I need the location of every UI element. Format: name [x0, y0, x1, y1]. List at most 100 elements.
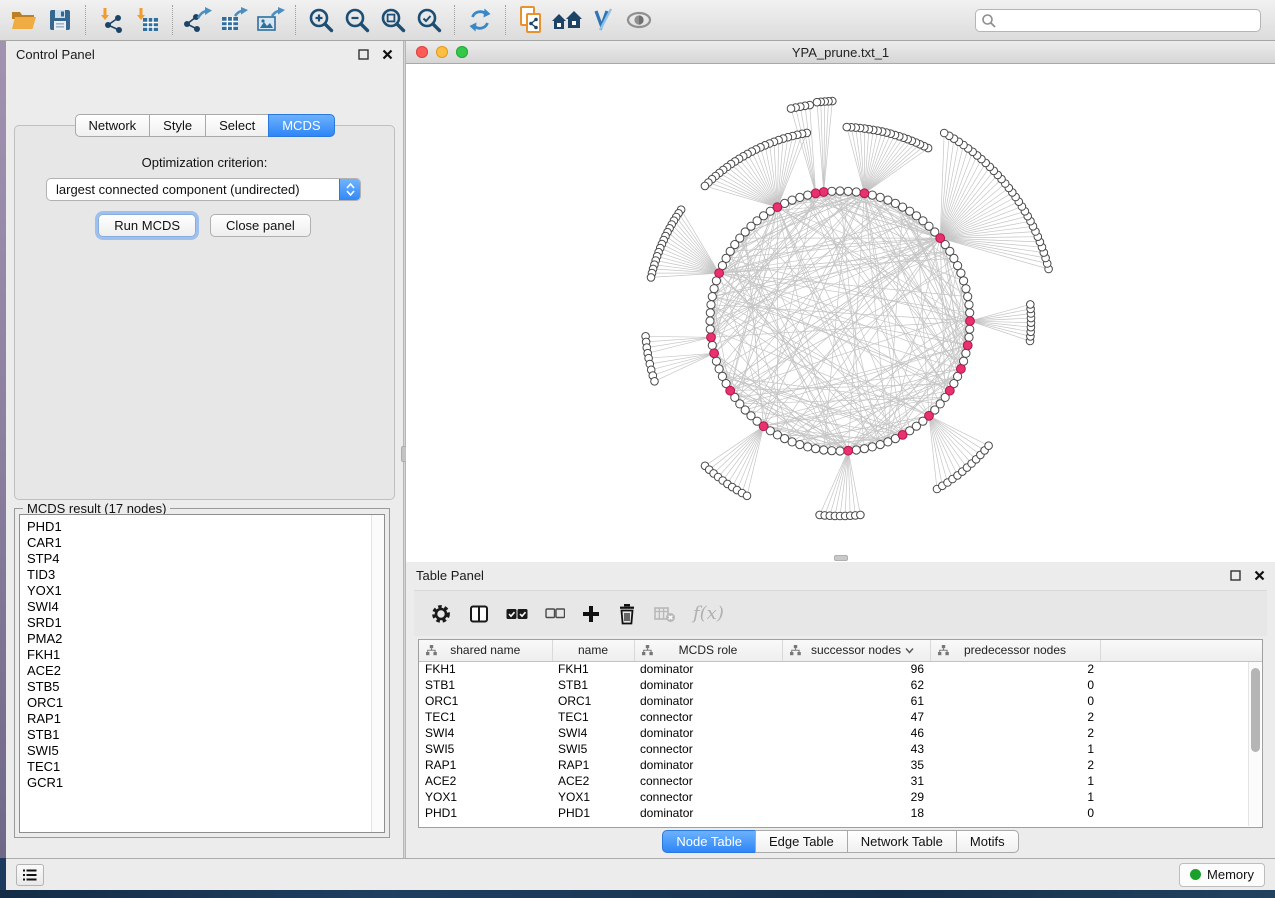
network-node[interactable] — [706, 317, 714, 325]
memory-button[interactable]: Memory — [1179, 863, 1265, 887]
network-node[interactable] — [706, 325, 714, 333]
network-node[interactable] — [868, 443, 876, 451]
mcds-result-item[interactable]: STB1 — [27, 727, 384, 743]
mcds-result-item[interactable]: ACE2 — [27, 663, 384, 679]
mcds-result-item[interactable]: TEC1 — [27, 759, 384, 775]
network-node[interactable] — [706, 309, 714, 317]
network-node[interactable] — [884, 438, 892, 446]
network-node[interactable] — [651, 378, 659, 386]
network-node[interactable] — [804, 443, 812, 451]
network-node[interactable] — [812, 445, 820, 453]
mcds-result-item[interactable]: PHD1 — [27, 519, 384, 535]
mcds-result-item[interactable]: STP4 — [27, 551, 384, 567]
network-node[interactable] — [1027, 301, 1035, 309]
add-column-icon[interactable] — [582, 599, 600, 629]
network-node[interactable] — [852, 446, 860, 454]
mcds-network-node[interactable] — [963, 341, 972, 350]
float-panel-icon[interactable] — [1227, 567, 1243, 583]
column-header-name[interactable]: name — [552, 640, 634, 661]
table-row[interactable]: SWI5SWI5connector431 — [419, 741, 1262, 757]
network-node[interactable] — [844, 187, 852, 195]
mcds-network-node[interactable] — [819, 188, 828, 197]
network-node[interactable] — [708, 293, 716, 301]
network-node[interactable] — [804, 191, 812, 199]
mcds-network-node[interactable] — [844, 446, 853, 455]
settings-gear-icon[interactable] — [430, 599, 452, 629]
zoom-selected-icon[interactable] — [411, 3, 447, 37]
mcds-result-item[interactable]: YOX1 — [27, 583, 384, 599]
network-node[interactable] — [985, 442, 993, 450]
show-column-icon[interactable] — [469, 599, 489, 629]
network-node[interactable] — [796, 193, 804, 201]
network-node[interactable] — [876, 193, 884, 201]
network-node[interactable] — [712, 357, 720, 365]
criterion-select[interactable]: largest connected component (undirected) — [46, 178, 361, 201]
mcds-network-node[interactable] — [945, 386, 954, 395]
network-node[interactable] — [965, 333, 973, 341]
open-session-homes-icon[interactable] — [549, 3, 585, 37]
table-row[interactable]: TEC1TEC1connector472 — [419, 709, 1262, 725]
network-node[interactable] — [962, 285, 970, 293]
network-node[interactable] — [701, 182, 709, 190]
delete-column-trash-icon[interactable] — [617, 599, 637, 629]
close-panel-icon[interactable] — [379, 46, 395, 62]
mcds-result-item[interactable]: STB5 — [27, 679, 384, 695]
table-row[interactable]: ORC1ORC1dominator610 — [419, 693, 1262, 709]
network-node[interactable] — [965, 301, 973, 309]
mcds-result-item[interactable]: SWI5 — [27, 743, 384, 759]
refresh-icon[interactable] — [462, 3, 498, 37]
result-scrollbar[interactable] — [371, 515, 384, 832]
network-node[interactable] — [708, 341, 716, 349]
network-node[interactable] — [820, 446, 828, 454]
table-row[interactable]: PHD1PHD1dominator180 — [419, 805, 1262, 821]
network-node[interactable] — [962, 349, 970, 357]
network-node[interactable] — [843, 123, 851, 131]
network-node[interactable] — [787, 105, 795, 113]
mcds-result-item[interactable]: SRD1 — [27, 615, 384, 631]
mcds-network-node[interactable] — [707, 333, 716, 342]
mcds-result-item[interactable]: FKH1 — [27, 647, 384, 663]
network-node[interactable] — [707, 301, 715, 309]
zoom-out-icon[interactable] — [339, 3, 375, 37]
scrollbar-thumb[interactable] — [1251, 668, 1260, 752]
close-panel-icon[interactable] — [1251, 567, 1267, 583]
hide-graphics-icon[interactable] — [585, 3, 621, 37]
mcds-network-node[interactable] — [860, 189, 869, 198]
network-node[interactable] — [891, 199, 899, 207]
mcds-result-item[interactable]: ORC1 — [27, 695, 384, 711]
mcds-network-node[interactable] — [710, 349, 719, 358]
table-row[interactable]: SWI4SWI4dominator462 — [419, 725, 1262, 741]
show-graphics-eye-icon[interactable] — [621, 3, 657, 37]
table-row[interactable]: YOX1YOX1connector291 — [419, 789, 1262, 805]
network-node[interactable] — [964, 293, 972, 301]
network-node[interactable] — [828, 447, 836, 455]
tab-network-table[interactable]: Network Table — [847, 830, 957, 853]
mcds-network-node[interactable] — [726, 386, 735, 395]
float-panel-icon[interactable] — [355, 46, 371, 62]
network-node[interactable] — [852, 188, 860, 196]
column-header-successor-nodes[interactable]: successor nodes — [782, 640, 930, 661]
column-header-mcds-role[interactable]: MCDS role — [634, 640, 782, 661]
mcds-result-item[interactable]: TID3 — [27, 567, 384, 583]
network-node[interactable] — [884, 196, 892, 204]
zoom-in-icon[interactable] — [303, 3, 339, 37]
column-header-shared-name[interactable]: shared name — [419, 640, 552, 661]
mcds-result-item[interactable]: CAR1 — [27, 535, 384, 551]
import-network-icon[interactable] — [93, 3, 129, 37]
network-node[interactable] — [876, 441, 884, 449]
network-node[interactable] — [788, 438, 796, 446]
network-node[interactable] — [857, 511, 865, 519]
export-table-icon[interactable] — [216, 3, 252, 37]
zoom-fit-icon[interactable] — [375, 3, 411, 37]
horizontal-splitter-grip[interactable] — [834, 555, 848, 561]
mcds-network-node[interactable] — [811, 189, 820, 198]
column-header-predecessor-nodes[interactable]: predecessor nodes — [930, 640, 1100, 661]
network-node[interactable] — [813, 98, 821, 106]
network-node[interactable] — [868, 191, 876, 199]
mcds-result-item[interactable]: PMA2 — [27, 631, 384, 647]
mcds-network-node[interactable] — [936, 234, 945, 243]
deselect-all-checkboxes-icon[interactable] — [545, 599, 565, 629]
table-scrollbar[interactable] — [1248, 662, 1261, 826]
tab-edge-table[interactable]: Edge Table — [755, 830, 848, 853]
save-icon[interactable] — [42, 3, 78, 37]
